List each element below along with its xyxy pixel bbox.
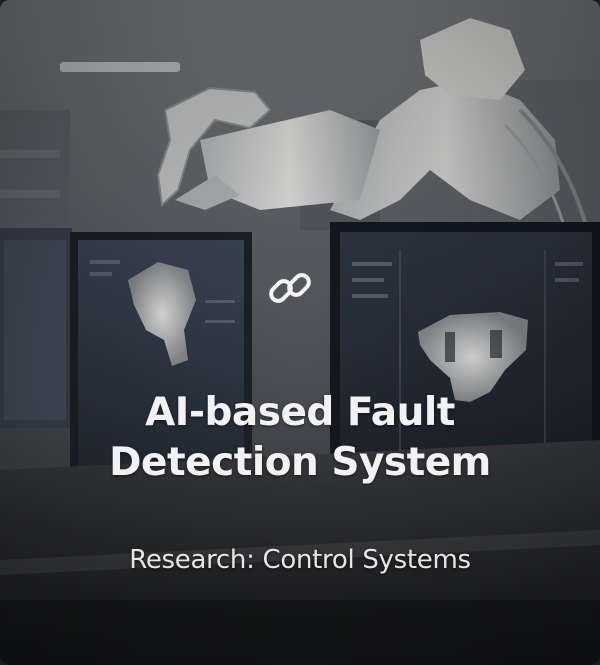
chain-link-icon [269,273,311,303]
card-title-line-2: Detection System [109,440,491,485]
card-subtitle: Research: Control Systems [129,545,471,575]
link-icon[interactable] [264,262,316,314]
card-title-line-1: AI-based Fault [145,390,455,435]
project-card[interactable]: AI-based Fault Detection System Research… [0,0,600,665]
card-title: AI-based Fault Detection System [50,388,550,488]
